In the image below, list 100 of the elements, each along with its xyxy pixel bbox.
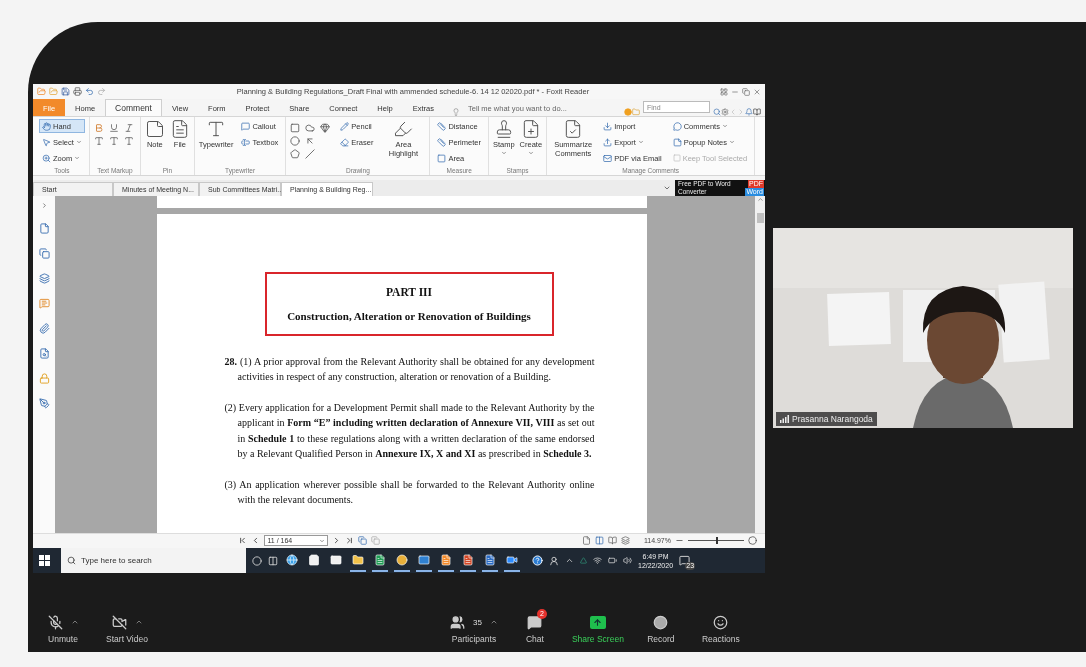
people-icon[interactable] (549, 555, 559, 566)
caret-icon (75, 139, 82, 146)
hand-icon (42, 121, 51, 131)
caret-icon[interactable] (489, 618, 498, 626)
caret-icon (319, 537, 326, 544)
pen-icon[interactable] (38, 397, 50, 409)
page-icon[interactable] (38, 222, 50, 234)
print-icon[interactable] (73, 87, 82, 97)
single-page-icon[interactable] (581, 536, 591, 546)
import-icon (603, 121, 613, 131)
document-icon (440, 553, 452, 566)
scroll-thumb[interactable] (756, 212, 764, 223)
toolbar-button[interactable]: 35 Participants (450, 613, 498, 644)
windows-logo-icon (38, 555, 50, 566)
ruler-icon (437, 121, 447, 131)
callout-icon (241, 121, 251, 131)
paragraph: (2) Every application for a Development Permit shall made to the Relevant Authority by the applicant in Form “E” including written declaration of Annexure VII, VIII as set out in Schedule 1 to these regulations along with a written declaration of the same endorsed by a Relevant Qualified Person in Annexure IX, X and XI as prescribed in Schedule 3. (224, 400, 595, 462)
settings-icon[interactable] (721, 108, 729, 117)
battery-icon[interactable] (608, 556, 617, 565)
paragraph: 28. (1) A prior approval from the Relevant Authority shall be obtained for any development activities in respect of any construction, alteration or renovation of a Building. (224, 354, 595, 385)
caret-icon (527, 150, 534, 157)
slides-icon (462, 553, 474, 566)
toolbar-button[interactable]: Reactions (697, 613, 744, 644)
save-icon[interactable] (61, 87, 70, 97)
people-icon (450, 614, 465, 630)
scrollbar[interactable] (755, 195, 765, 533)
caret-icon[interactable] (70, 618, 79, 626)
chat-icon (527, 614, 543, 630)
toolbar-button[interactable]: Start Video (104, 613, 150, 644)
circle-icon (396, 553, 408, 566)
tray-icon[interactable] (565, 556, 574, 565)
search-icon[interactable] (713, 108, 721, 117)
bag-icon (308, 553, 320, 566)
caret-icon (729, 139, 735, 146)
search-icon (67, 556, 76, 565)
share-screen-icon (589, 615, 606, 629)
menu-tab[interactable]: Comment (105, 99, 162, 117)
caret-icon (500, 150, 507, 157)
taskbar-search-field[interactable]: Type here to search (61, 548, 246, 573)
file-search-icon[interactable] (38, 347, 50, 359)
mail-icon (418, 553, 430, 566)
paragraph: (3) An application wherever possible shall be forwarded to the Relevant Authority online with the relevant documents. (224, 477, 595, 508)
paperclip-icon[interactable] (38, 322, 50, 334)
undo-icon[interactable] (85, 87, 94, 97)
book-icon[interactable] (753, 108, 761, 117)
facing-icon[interactable] (607, 536, 617, 546)
task-view-icon[interactable] (268, 555, 278, 566)
signal-icon (780, 415, 789, 423)
last-page-icon[interactable] (345, 536, 355, 546)
pages-icon[interactable] (358, 536, 368, 546)
caret-icon[interactable] (134, 618, 143, 626)
first-page-icon[interactable] (238, 536, 248, 546)
badge-icon (624, 108, 632, 117)
part-title: PART III (385, 285, 433, 298)
cortana-icon[interactable] (252, 555, 262, 566)
textbox-icon (241, 137, 251, 147)
layers-icon[interactable] (38, 272, 50, 284)
restore-icon[interactable] (742, 87, 750, 96)
close-icon[interactable] (753, 87, 761, 96)
spreadsheet-icon (374, 553, 386, 566)
continuous-icon[interactable] (594, 536, 604, 546)
bell-icon[interactable] (745, 108, 753, 117)
checkbox-icon (672, 154, 681, 163)
note-icon (144, 119, 165, 140)
volume-icon[interactable] (623, 556, 632, 565)
folder-icon (352, 553, 364, 566)
layout-icon[interactable] (720, 87, 728, 96)
participant-name: Prasanna Narangoda (776, 412, 877, 426)
square-icon (437, 153, 447, 163)
comment-icon (672, 121, 682, 131)
ruler-icon (437, 137, 447, 147)
caret-icon (637, 139, 644, 146)
note-icon (672, 137, 682, 147)
scroll-icon[interactable] (620, 536, 630, 546)
zoom-in-icon[interactable] (748, 536, 757, 546)
tray-app-icon[interactable] (580, 557, 587, 564)
expand-icon[interactable] (40, 201, 48, 209)
video-off-icon (111, 614, 127, 630)
record-icon (653, 614, 669, 630)
zoom-icon (42, 153, 51, 163)
cursor-icon (42, 137, 51, 147)
export-icon (603, 137, 613, 147)
smile-icon (713, 614, 729, 630)
globe-icon (286, 553, 298, 566)
help-icon[interactable] (532, 555, 543, 566)
eraser-icon (340, 137, 350, 147)
scroll-up-icon[interactable] (756, 195, 764, 203)
lightbulb-icon (452, 108, 460, 117)
pencil-icon (340, 121, 350, 131)
network-icon[interactable] (593, 556, 602, 565)
caret-icon (74, 155, 81, 162)
caret-icon (721, 123, 728, 130)
toolbar-button[interactable]: Share Screen (571, 613, 624, 644)
mic-muted-icon (47, 614, 63, 630)
mail-icon (330, 553, 342, 566)
pages-icon[interactable] (38, 247, 50, 259)
toolbar-button[interactable]: Record (637, 613, 684, 644)
comment-icon[interactable] (38, 297, 50, 309)
part-subtitle: Construction, Alteration or Renovation of Buildings (287, 309, 531, 322)
toolbar-button[interactable]: Unmute (40, 613, 86, 644)
